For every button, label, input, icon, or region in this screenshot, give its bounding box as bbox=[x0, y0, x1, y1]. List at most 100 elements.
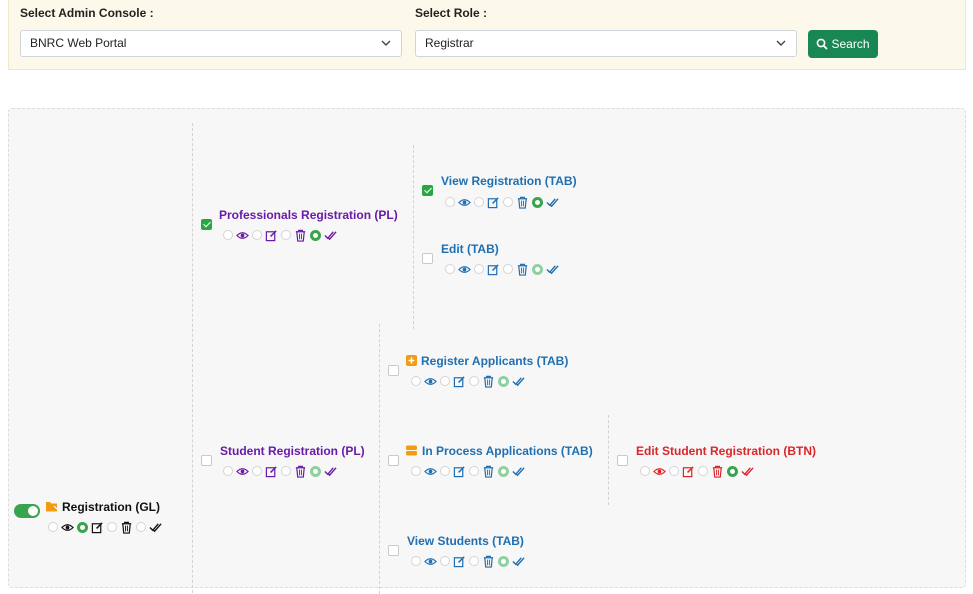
edit-radio[interactable] bbox=[669, 466, 679, 476]
edit-icon[interactable] bbox=[453, 465, 466, 478]
check-double-icon[interactable] bbox=[546, 196, 559, 209]
edit-radio[interactable] bbox=[440, 466, 450, 476]
edit-icon[interactable] bbox=[91, 521, 104, 534]
eye-icon[interactable] bbox=[458, 263, 471, 276]
trash-icon[interactable] bbox=[482, 375, 495, 388]
edit-radio[interactable] bbox=[252, 230, 262, 240]
trash-icon[interactable] bbox=[516, 263, 529, 276]
perm-row-register-applicants bbox=[411, 374, 528, 388]
node-register-applicants[interactable]: Register Applicants (TAB) bbox=[421, 354, 568, 368]
delete-radio[interactable] bbox=[469, 556, 479, 566]
edit-icon[interactable] bbox=[453, 375, 466, 388]
all-radio[interactable] bbox=[498, 555, 509, 567]
checkbox-edit-tab[interactable] bbox=[422, 253, 433, 264]
edit-icon[interactable] bbox=[453, 555, 466, 568]
checkbox-in-process-applications[interactable] bbox=[388, 455, 399, 466]
node-student-registration[interactable]: Student Registration (PL) bbox=[220, 444, 365, 458]
check-double-icon[interactable] bbox=[512, 375, 525, 388]
node-view-registration[interactable]: View Registration (TAB) bbox=[441, 174, 577, 188]
edit-icon[interactable] bbox=[487, 196, 500, 209]
trash-icon[interactable] bbox=[120, 521, 133, 534]
node-professionals-registration[interactable]: Professionals Registration (PL) bbox=[219, 208, 398, 222]
edit-radio[interactable] bbox=[77, 521, 88, 533]
all-radio[interactable] bbox=[532, 263, 543, 275]
all-radio[interactable] bbox=[532, 196, 543, 208]
delete-radio[interactable] bbox=[281, 230, 291, 240]
eye-icon[interactable] bbox=[61, 521, 74, 534]
chevron-down-icon bbox=[776, 40, 786, 46]
edit-radio[interactable] bbox=[440, 376, 450, 386]
check-double-icon[interactable] bbox=[324, 465, 337, 478]
perm-row-view-registration bbox=[445, 195, 562, 209]
delete-radio[interactable] bbox=[503, 264, 513, 274]
node-edit-tab[interactable]: Edit (TAB) bbox=[441, 242, 499, 256]
perm-row-edit-student bbox=[640, 464, 757, 478]
eye-icon[interactable] bbox=[424, 375, 437, 388]
all-radio[interactable] bbox=[727, 465, 738, 477]
role-select-value: Registrar bbox=[425, 36, 474, 50]
all-radio[interactable] bbox=[310, 229, 321, 241]
view-radio[interactable] bbox=[223, 466, 233, 476]
view-radio[interactable] bbox=[411, 466, 421, 476]
checkbox-view-students[interactable] bbox=[388, 545, 399, 556]
perm-row-student-registration bbox=[223, 464, 340, 478]
trash-icon[interactable] bbox=[294, 465, 307, 478]
edit-radio[interactable] bbox=[474, 197, 484, 207]
node-edit-student-registration[interactable]: Edit Student Registration (BTN) bbox=[636, 444, 816, 458]
permission-tree: Registration (GL) Professionals Registra… bbox=[8, 108, 966, 594]
edit-icon[interactable] bbox=[682, 465, 695, 478]
check-double-icon[interactable] bbox=[324, 229, 337, 242]
edit-radio[interactable] bbox=[440, 556, 450, 566]
edit-icon[interactable] bbox=[265, 229, 278, 242]
checkbox-professionals-registration[interactable] bbox=[201, 219, 212, 230]
delete-radio[interactable] bbox=[469, 466, 479, 476]
view-radio[interactable] bbox=[411, 376, 421, 386]
delete-radio[interactable] bbox=[107, 522, 117, 532]
trash-icon[interactable] bbox=[482, 555, 495, 568]
role-select[interactable]: Registrar bbox=[415, 30, 797, 57]
delete-radio[interactable] bbox=[698, 466, 708, 476]
trash-icon[interactable] bbox=[482, 465, 495, 478]
edit-radio[interactable] bbox=[474, 264, 484, 274]
checkbox-view-registration[interactable] bbox=[422, 185, 433, 196]
node-in-process-applications[interactable]: In Process Applications (TAB) bbox=[422, 444, 593, 458]
all-radio[interactable] bbox=[498, 375, 509, 387]
view-radio[interactable] bbox=[445, 264, 455, 274]
trash-icon[interactable] bbox=[294, 229, 307, 242]
all-radio[interactable] bbox=[136, 522, 146, 532]
all-radio[interactable] bbox=[498, 465, 509, 477]
eye-icon[interactable] bbox=[236, 465, 249, 478]
console-select[interactable]: BNRC Web Portal bbox=[20, 30, 402, 57]
registration-toggle[interactable] bbox=[14, 504, 40, 518]
check-double-icon[interactable] bbox=[149, 521, 162, 534]
eye-icon[interactable] bbox=[653, 465, 666, 478]
all-radio[interactable] bbox=[310, 465, 321, 477]
view-radio[interactable] bbox=[640, 466, 650, 476]
check-double-icon[interactable] bbox=[512, 555, 525, 568]
view-radio[interactable] bbox=[411, 556, 421, 566]
delete-radio[interactable] bbox=[469, 376, 479, 386]
checkbox-edit-student-registration[interactable] bbox=[617, 455, 628, 466]
delete-radio[interactable] bbox=[503, 197, 513, 207]
checkbox-student-registration[interactable] bbox=[201, 455, 212, 466]
eye-icon[interactable] bbox=[458, 196, 471, 209]
edit-radio[interactable] bbox=[252, 466, 262, 476]
view-radio[interactable] bbox=[223, 230, 233, 240]
node-view-students[interactable]: View Students (TAB) bbox=[407, 534, 524, 548]
check-double-icon[interactable] bbox=[512, 465, 525, 478]
trash-icon[interactable] bbox=[516, 196, 529, 209]
eye-icon[interactable] bbox=[424, 555, 437, 568]
eye-icon[interactable] bbox=[424, 465, 437, 478]
view-radio[interactable] bbox=[445, 197, 455, 207]
check-double-icon[interactable] bbox=[741, 465, 754, 478]
check-double-icon[interactable] bbox=[546, 263, 559, 276]
edit-icon[interactable] bbox=[487, 263, 500, 276]
trash-icon[interactable] bbox=[711, 465, 724, 478]
delete-radio[interactable] bbox=[281, 466, 291, 476]
view-radio[interactable] bbox=[48, 522, 58, 532]
checkbox-register-applicants[interactable] bbox=[388, 365, 399, 376]
search-button[interactable]: Search bbox=[808, 30, 878, 58]
eye-icon[interactable] bbox=[236, 229, 249, 242]
edit-icon[interactable] bbox=[265, 465, 278, 478]
node-registration-gl[interactable]: Registration (GL) bbox=[62, 500, 160, 514]
